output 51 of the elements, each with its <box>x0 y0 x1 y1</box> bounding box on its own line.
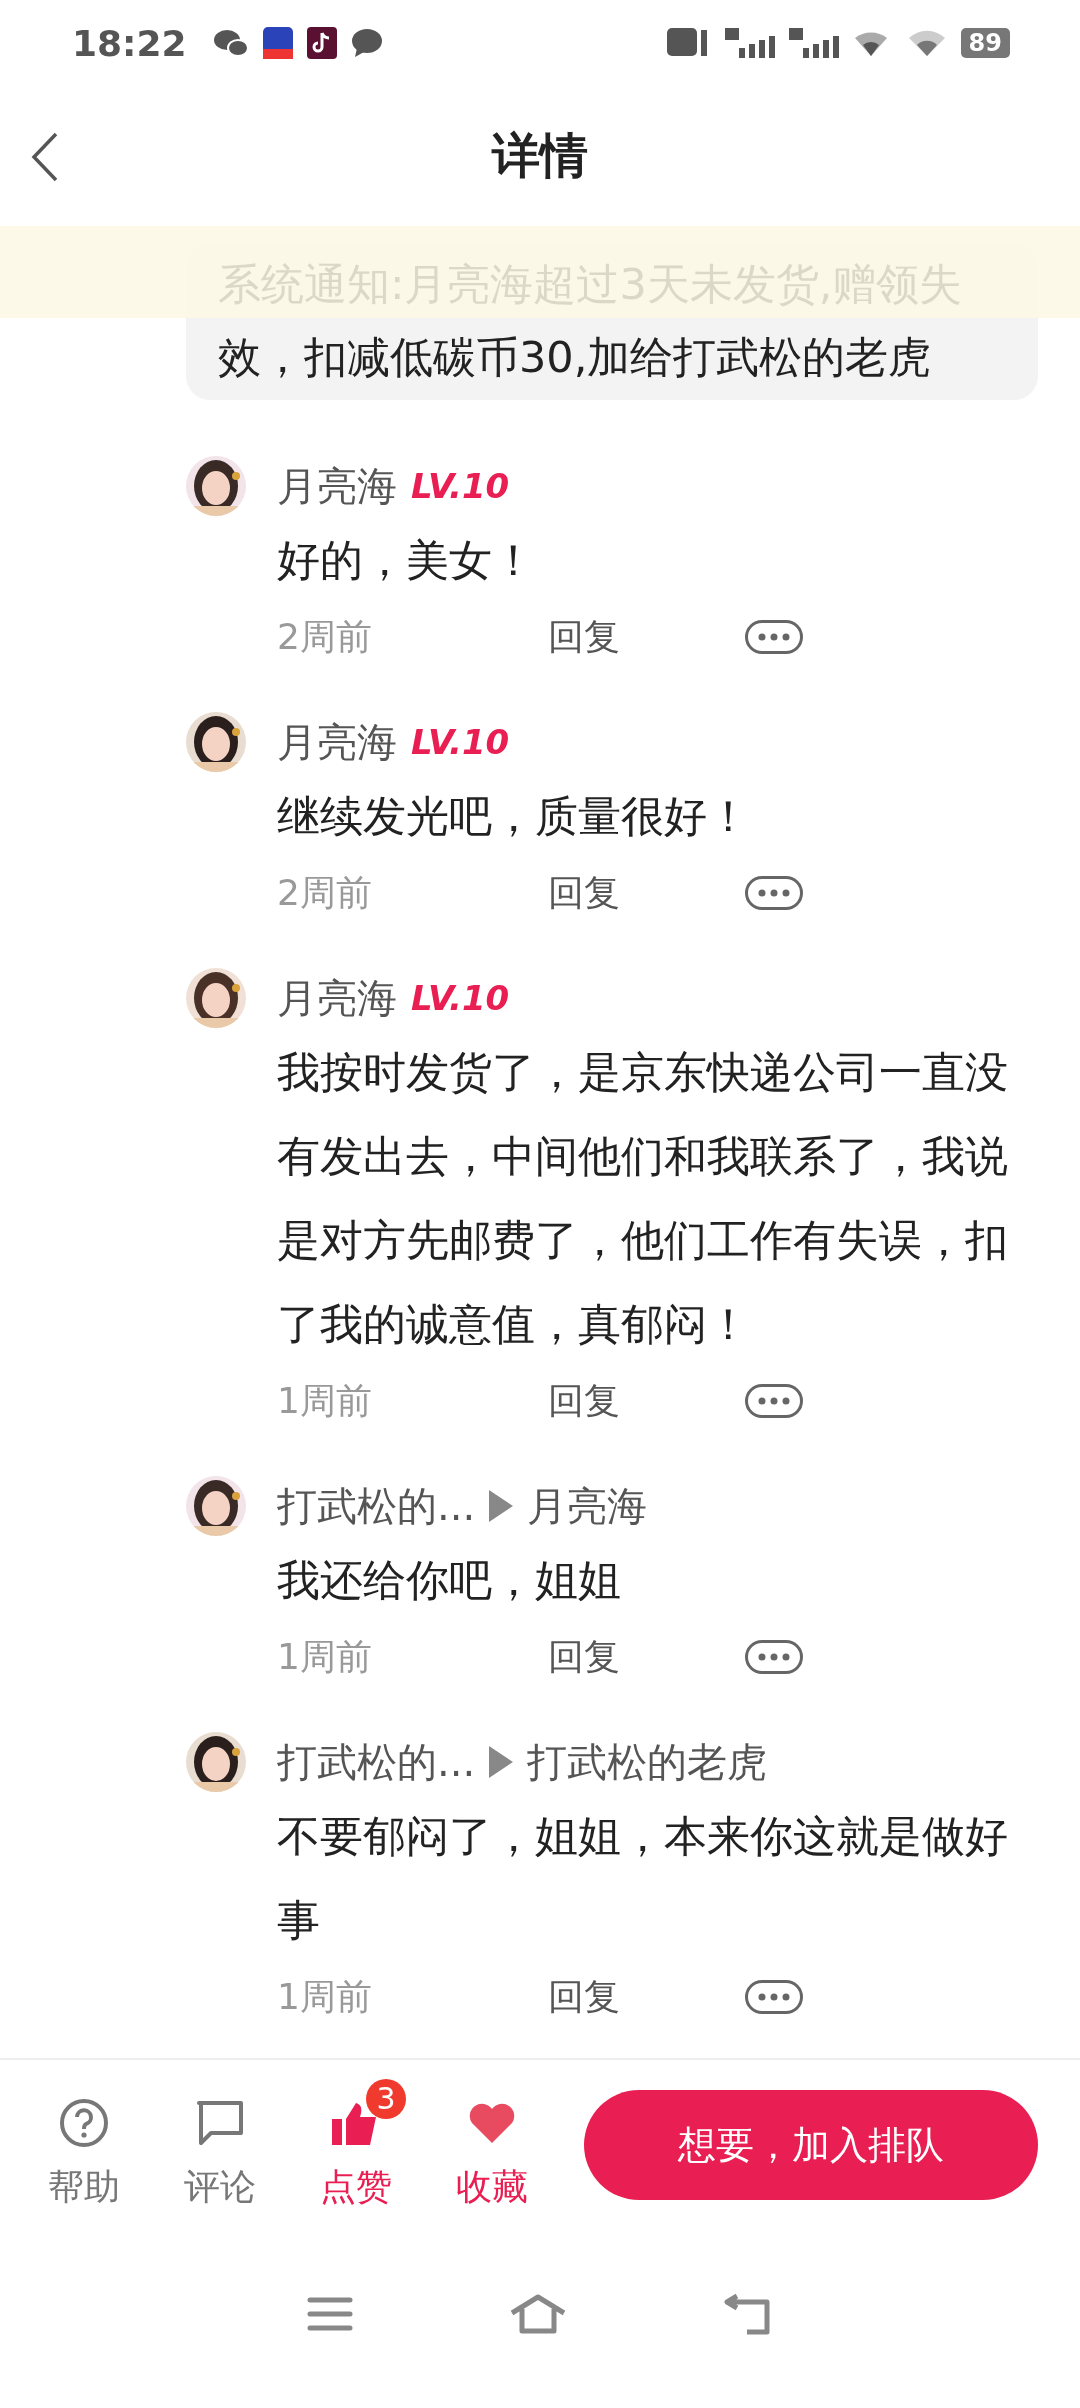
comment-text: 不要郁闷了，姐姐，本来你这就是做好事 <box>277 1810 1009 1947</box>
signal-icon <box>788 28 839 58</box>
more-icon[interactable] <box>745 1980 803 2014</box>
author-name[interactable]: 月亮海 <box>277 458 397 514</box>
reply-arrow-icon <box>489 1490 514 1522</box>
author-name[interactable]: 打武松的... <box>277 1734 476 1790</box>
clock: 18:22 <box>72 22 187 64</box>
reply-button[interactable]: 回复 <box>548 1632 620 1682</box>
signal-icon <box>724 28 775 58</box>
app-icon <box>262 27 293 59</box>
level-label: LV.10 <box>411 466 510 506</box>
more-icon[interactable] <box>745 1640 803 1674</box>
comment-time: 1周前 <box>277 1378 373 1423</box>
comment-button[interactable]: 评论 <box>152 2078 288 2212</box>
back-icon[interactable] <box>722 2292 773 2336</box>
page-title: 详情 <box>492 126 588 185</box>
more-icon[interactable] <box>745 620 803 654</box>
menu-icon[interactable] <box>307 2296 354 2332</box>
battery-level: 89 <box>960 28 1010 58</box>
comment-text: 我还给你吧，姐姐 <box>277 1554 622 1607</box>
app-icon <box>306 27 337 59</box>
level-label: LV.10 <box>411 722 510 762</box>
comment-time: 2周前 <box>277 614 373 659</box>
chat-bubbles-icon <box>212 28 249 58</box>
comment-text: 继续发光吧，质量很好！ <box>277 790 751 843</box>
reply-button[interactable]: 回复 <box>548 612 620 662</box>
author-name[interactable]: 月亮海 <box>277 970 397 1026</box>
author-name[interactable]: 打武松的... <box>277 1478 476 1534</box>
home-icon[interactable] <box>508 2293 568 2335</box>
reply-target-name[interactable]: 月亮海 <box>527 1478 648 1534</box>
comment-time: 1周前 <box>277 1974 373 2019</box>
comment-text: 好的，美女！ <box>277 534 536 587</box>
author-name[interactable]: 月亮海 <box>277 714 397 770</box>
favorite-button[interactable]: 收藏 <box>424 2078 560 2212</box>
comment-text: 我按时发货了，是京东快递公司一直没有发出去，中间他们和我联系了，我说是对方先邮费了，他们工作有失误，扣了我的诚意值，真郁闷！ <box>277 1046 1009 1351</box>
more-icon[interactable] <box>745 1384 803 1418</box>
help-icon <box>58 2096 110 2149</box>
reply-button[interactable]: 回复 <box>548 1376 620 1426</box>
join-queue-button[interactable]: 想要，加入排队 <box>584 2090 1038 2200</box>
message-icon <box>350 28 383 58</box>
help-button[interactable]: 帮助 <box>16 2078 152 2212</box>
reply-button[interactable]: 回复 <box>548 1972 620 2022</box>
reply-button[interactable]: 回复 <box>548 868 620 918</box>
reply-target-name[interactable]: 打武松的老虎 <box>527 1734 768 1790</box>
more-icon[interactable] <box>745 876 803 910</box>
count-badge: 3 <box>366 2078 406 2119</box>
comment-time: 1周前 <box>277 1634 373 1679</box>
like-button[interactable]: 3 点赞 <box>288 2078 424 2212</box>
level-label: LV.10 <box>411 978 510 1018</box>
comment-time: 2周前 <box>277 870 373 915</box>
reply-arrow-icon <box>489 1746 514 1778</box>
